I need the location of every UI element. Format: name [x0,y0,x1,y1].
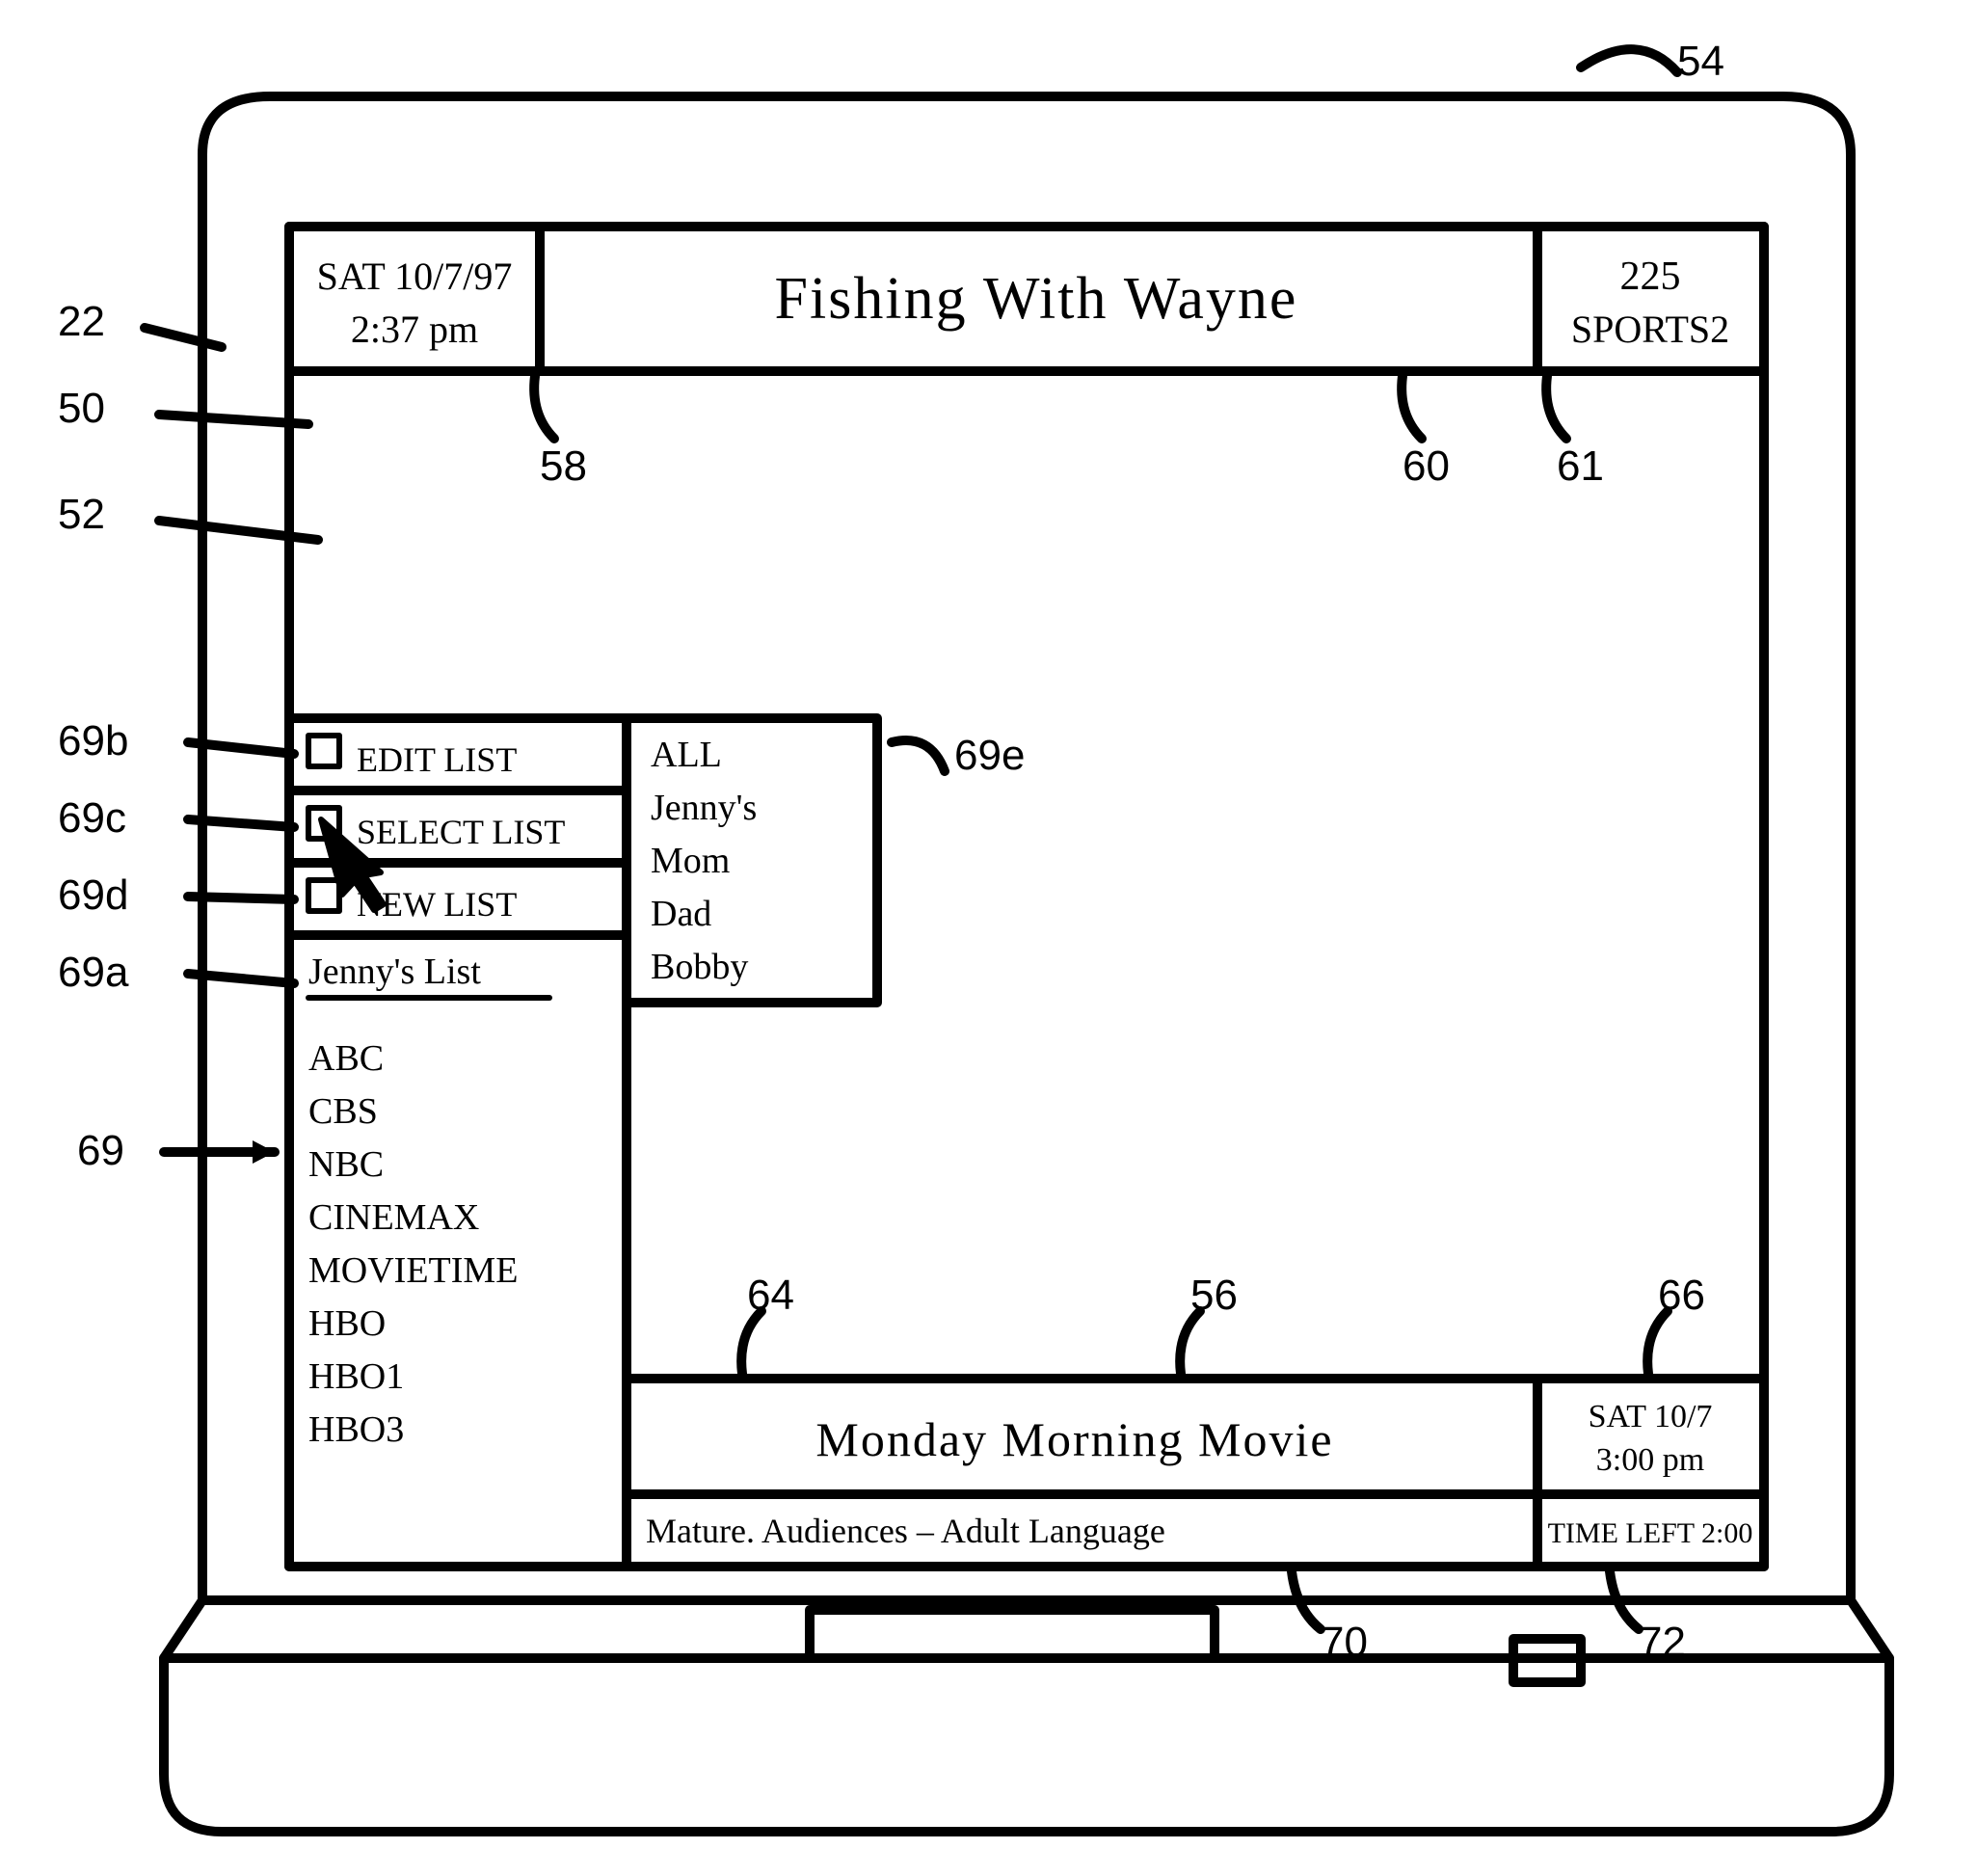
list-item[interactable]: ABC [308,1038,384,1079]
ref-56: 56 [1190,1273,1238,1319]
ref-66: 66 [1658,1273,1705,1319]
menu-select-list[interactable]: SELECT LIST [357,813,565,851]
list-title: Jenny's List [308,951,481,992]
ref-69b: 69b [58,718,128,764]
footer-next-time: 3:00 pm [1596,1442,1704,1478]
ref-50: 50 [58,386,105,432]
footer-next-date: SAT 10/7 [1589,1399,1713,1434]
profile-item[interactable]: ALL [651,735,722,775]
ref-69a: 69a [58,950,128,996]
profile-item[interactable]: Dad [651,894,711,934]
patent-figure: SAT 10/7/97 2:37 pm Fishing With Wayne 2… [0,0,1977,1876]
header-datetime: SAT 10/7/97 [317,255,513,298]
ref-72: 72 [1639,1620,1686,1666]
ref-69d: 69d [58,872,128,919]
menu-edit-list[interactable]: EDIT LIST [357,740,517,779]
profile-item[interactable]: Jenny's [651,788,757,828]
ref-69e: 69e [954,733,1025,779]
list-item[interactable]: MOVIETIME [308,1250,518,1291]
list-item[interactable]: CINEMAX [308,1197,479,1238]
header-time: 2:37 pm [351,308,478,351]
ref-69: 69 [77,1128,124,1174]
footer-time-left: TIME LEFT 2:00 [1548,1517,1753,1549]
ref-54: 54 [1677,39,1724,85]
footer-rating: Mature. Audiences – Adult Language [646,1512,1165,1550]
ref-58: 58 [540,443,587,490]
list-item[interactable]: HBO [308,1303,386,1344]
ref-61: 61 [1557,443,1604,490]
footer-program-title: Monday Morning Movie [815,1412,1333,1466]
header-title: Fishing With Wayne [775,266,1298,332]
ref-70: 70 [1321,1620,1368,1666]
header-channel-number: 225 [1620,255,1681,299]
ref-69c: 69c [58,795,126,842]
profile-item[interactable]: Bobby [651,947,748,987]
profile-item[interactable]: Mom [651,841,730,881]
list-item[interactable]: HBO1 [308,1356,404,1397]
ref-52: 52 [58,492,105,538]
ref-60: 60 [1403,443,1450,490]
list-item[interactable]: HBO3 [308,1409,404,1450]
list-item[interactable]: NBC [308,1144,384,1185]
ref-64: 64 [747,1273,794,1319]
ref-22: 22 [58,299,105,345]
menu-new-list[interactable]: NEW LIST [357,885,517,924]
list-item[interactable]: CBS [308,1091,378,1132]
header-channel-name: SPORTS2 [1571,308,1729,351]
